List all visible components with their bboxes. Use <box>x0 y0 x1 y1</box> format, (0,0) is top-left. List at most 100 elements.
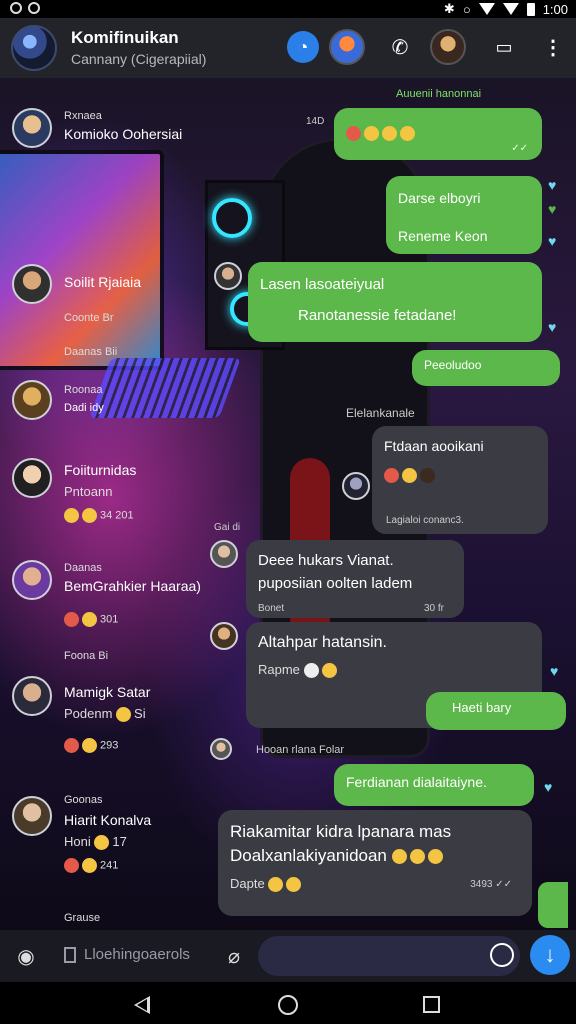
chat-title[interactable]: Komifinuikan <box>71 28 179 48</box>
message-input-bar: ◉ Lloehingoaerols ⌀ ↓ <box>0 930 576 982</box>
message-time: 14D <box>306 116 325 127</box>
document-icon <box>64 947 76 963</box>
status-time: 1:00 <box>542 1 568 17</box>
app-bar: Komifinuikan Cannany (Cigerapiial) ◔ ✆ ▭… <box>0 18 576 78</box>
contact-count: 34 201 <box>100 509 134 522</box>
message-bubble[interactable]: Deee hukars Vianat. puposiian oolten lad… <box>246 540 464 618</box>
avatar <box>12 108 52 148</box>
message-bubble[interactable]: Riakamitar kidra lpanara mas Doalxanlaki… <box>218 810 532 916</box>
notification-icon <box>10 2 22 14</box>
contact-status: Daanas Bii <box>64 346 118 358</box>
emoji-icon <box>64 612 79 627</box>
chat-subtitle: Cannany (Cigerapiial) <box>71 51 207 67</box>
message-header: Auuenii hanonnai <box>396 88 482 100</box>
heart-icon: ♥ <box>544 779 553 795</box>
contact-name: Komioko Oohersiai <box>64 126 183 142</box>
participant-avatar[interactable] <box>329 29 365 65</box>
emoji-icon <box>391 849 407 865</box>
message-meta: Bonet <box>258 603 285 614</box>
more-vert-icon[interactable]: ⋮ <box>535 29 571 65</box>
avatar <box>12 796 52 836</box>
group-avatar[interactable] <box>11 25 57 71</box>
emoji-icon <box>382 125 397 141</box>
message-text: Ranotanessie fetadane! <box>298 307 457 324</box>
contact-status: Coonte Br <box>64 312 114 324</box>
message-bubble[interactable]: Lasen lasoateiyual Ranotanessie fetadane… <box>248 262 542 342</box>
avatar <box>342 472 370 500</box>
avatar <box>210 738 232 760</box>
recents-icon[interactable] <box>423 996 440 1013</box>
back-icon[interactable] <box>134 996 150 1014</box>
message-bubble[interactable]: ✓✓ <box>334 108 542 160</box>
message-bubble[interactable]: Darse elboyri Reneme Keon <box>386 176 542 254</box>
message-text: Ftdaan aooikani <box>384 438 484 454</box>
alarm-icon: ○ <box>462 1 471 17</box>
video-call-icon[interactable]: ▭ <box>486 29 522 65</box>
message-header: Hooan rlana Folar <box>256 744 345 756</box>
home-icon[interactable] <box>278 995 298 1015</box>
heart-icon: ♥ <box>548 319 557 335</box>
contact-name: Foiiturnidas <box>64 462 137 478</box>
emoji-icon <box>409 849 425 865</box>
send-button[interactable]: ↓ <box>530 935 570 975</box>
emoji-icon <box>116 707 132 723</box>
contact-count: 301 <box>100 613 119 626</box>
phone-icon[interactable]: ✆ <box>382 29 418 65</box>
contact-count: 293 <box>100 739 119 752</box>
avatar <box>214 262 242 290</box>
emoji-icon[interactable] <box>490 943 514 967</box>
emoji-icon <box>64 508 79 523</box>
contact-count: 241 <box>100 859 119 872</box>
message-time: 30 fr <box>423 603 444 614</box>
emoji-icon <box>427 849 443 865</box>
message-bubble[interactable]: Peeoludoo <box>412 350 560 386</box>
message-text: Reneme Keon <box>398 228 488 244</box>
contact-tag: Rxnaea <box>64 110 102 122</box>
paperclip-icon[interactable]: ⌀ <box>218 940 250 972</box>
contact-status: Pntoann <box>64 484 113 499</box>
emoji-icon <box>384 467 399 483</box>
emoji-icon <box>400 125 415 141</box>
message-text: Lasen lasoateiyual <box>260 276 385 293</box>
avatar <box>12 676 52 716</box>
avatar <box>210 622 238 650</box>
battery-icon <box>526 2 535 16</box>
wallpaper-monitor <box>0 150 164 370</box>
heart-icon: ♥ <box>548 201 557 217</box>
contact-tag: Foona Bi <box>64 650 109 662</box>
read-ticks-icon: ✓✓ <box>511 143 528 154</box>
message-text: Doalxanlakiyanidoan <box>230 846 387 865</box>
input-label[interactable]: Lloehingoaerols <box>84 946 190 963</box>
message-text: Ferdianan dialaitaiyne. <box>346 774 487 790</box>
camera-icon[interactable]: ◉ <box>10 940 42 972</box>
message-text: puposiian oolten ladem <box>258 575 413 592</box>
contact-extra: 17 <box>112 834 127 849</box>
emoji-icon <box>364 125 379 141</box>
message-time: 3493 <box>470 879 493 890</box>
message-text: Peeoludoo <box>424 358 482 372</box>
contact-status: Podenm <box>64 706 113 721</box>
heart-icon: ♥ <box>548 233 557 249</box>
participant-avatar[interactable] <box>430 29 466 65</box>
message-bubble[interactable]: Ftdaan aooikani Lagialoi conanc3. <box>372 426 548 534</box>
emoji-icon <box>346 125 361 141</box>
emoji-icon <box>303 663 319 679</box>
signal-icon <box>502 3 519 15</box>
status-icon[interactable]: ◔ <box>287 31 319 63</box>
message-bubble[interactable]: Haeti bary <box>426 692 566 730</box>
wallpaper-keyboard <box>89 358 241 418</box>
message-bubble[interactable] <box>538 882 568 928</box>
emoji-icon <box>321 663 337 679</box>
emoji-icon <box>64 858 79 873</box>
emoji-icon <box>82 858 97 873</box>
emoji-icon <box>82 738 97 753</box>
contact-name: Mamigk Satar <box>64 684 151 700</box>
sender-name: Elelankanale <box>346 406 415 420</box>
message-input[interactable] <box>258 936 520 976</box>
contact-name: Soilit Rjaiaia <box>64 274 142 290</box>
emoji-icon <box>82 508 97 523</box>
contact-tag: Goonas <box>64 794 103 806</box>
message-bubble[interactable]: Ferdianan dialaitaiyne. <box>334 764 534 806</box>
contact-name: BemGrahkier Haaraa) <box>64 578 201 594</box>
wifi-icon <box>478 3 495 15</box>
